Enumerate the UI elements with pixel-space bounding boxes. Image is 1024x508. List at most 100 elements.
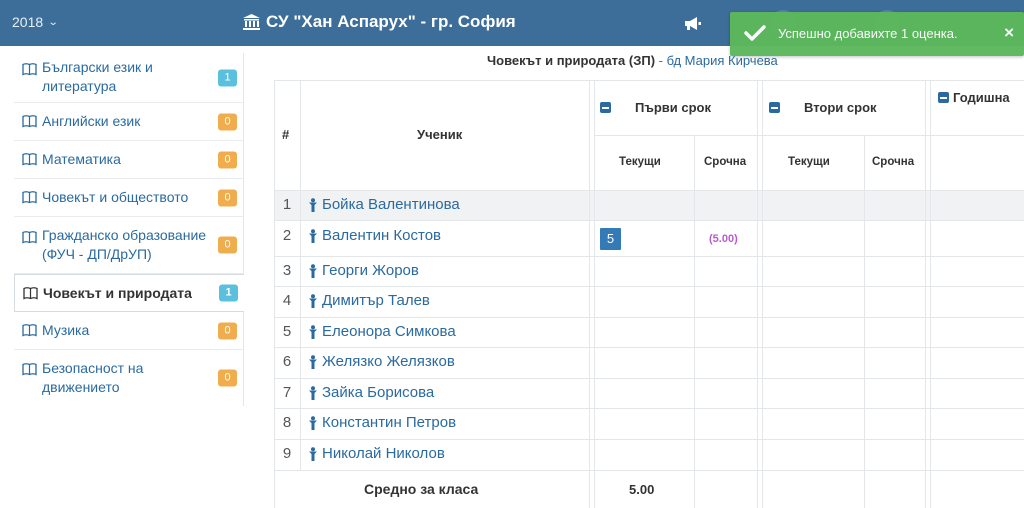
student-name: Желязко Желязков <box>322 353 455 370</box>
count-badge: 0 <box>218 236 237 254</box>
sidebar-item-road-safety[interactable]: Безопасност на движението 0 <box>14 350 244 406</box>
student-name: Бойка Валентинова <box>322 196 460 213</box>
sidebar-item-bulgarian[interactable]: Български език и литература 1 <box>14 53 244 103</box>
student-name: Валентин Костов <box>322 227 442 244</box>
student-name: Димитър Талев <box>322 292 430 309</box>
student-link[interactable]: Бойка Валентинова <box>308 196 460 213</box>
book-icon <box>22 63 37 76</box>
grade-badge[interactable]: 5 <box>600 228 621 250</box>
row-number: 6 <box>282 353 292 370</box>
row-number: 9 <box>282 445 292 462</box>
col-header-number: # <box>282 127 290 142</box>
student-link[interactable]: Георги Жоров <box>308 262 419 279</box>
student-link[interactable]: Константин Петров <box>308 414 456 431</box>
col-header-student: Ученик <box>417 127 463 142</box>
student-link[interactable]: Николай Николов <box>308 445 445 462</box>
row-number: 8 <box>282 414 292 431</box>
chevron-down-icon: ⌄ <box>47 17 59 28</box>
student-icon <box>309 415 317 430</box>
sidebar-item-label: Музика <box>42 322 90 338</box>
count-badge: 0 <box>218 151 237 168</box>
book-icon <box>22 115 37 128</box>
student-icon <box>309 263 317 278</box>
separator: - <box>655 53 667 68</box>
student-icon <box>309 228 317 243</box>
sidebar-item-label: Английски език <box>42 113 141 129</box>
sidebar-item-label: Човекът и природата <box>43 284 192 301</box>
book-icon <box>23 286 38 300</box>
book-icon <box>22 231 37 244</box>
sidebar-item-english[interactable]: Английски език 0 <box>14 103 244 141</box>
term1-header: Първи срок <box>600 100 711 115</box>
student-link[interactable]: Елеонора Симкова <box>308 323 456 340</box>
school-title: СУ "Хан Аспарух" - гр. София <box>243 12 516 32</box>
sidebar-item-society[interactable]: Човекът и обществото 0 <box>14 179 244 217</box>
book-icon <box>22 324 37 337</box>
sidebar-item-math[interactable]: Математика 0 <box>14 141 244 179</box>
student-name: Елеонора Симкова <box>322 323 456 340</box>
count-badge: 0 <box>218 369 237 387</box>
subject-name: Човекът и природата (ЗП) <box>487 53 656 68</box>
term2-header: Втори срок <box>769 100 877 115</box>
annual-header: Годишна <box>938 90 1010 105</box>
book-icon <box>22 191 37 204</box>
col-header-current: Текущи <box>619 156 661 168</box>
checkmark-icon <box>744 25 766 41</box>
student-link[interactable]: Зайка Борисова <box>308 384 434 401</box>
subject-heading: Човекът и природата (ЗП) - бд Мария Кирч… <box>487 53 778 68</box>
student-icon <box>309 197 317 212</box>
toast-close-button[interactable]: × <box>1004 23 1014 43</box>
count-badge: 0 <box>218 322 237 339</box>
toast-message: Успешно добавихте 1 оценка. <box>778 26 958 41</box>
count-badge: 1 <box>219 284 238 302</box>
sidebar-item-label: Човекът и обществото <box>42 189 189 205</box>
school-name: СУ "Хан Аспарух" - гр. София <box>266 12 516 31</box>
book-icon <box>22 363 37 376</box>
student-name: Зайка Борисова <box>322 384 435 401</box>
sidebar-item-label: Български език и литература <box>42 59 153 94</box>
institution-icon <box>243 14 260 30</box>
student-icon <box>309 385 317 400</box>
announcements-icon[interactable] <box>684 16 702 31</box>
count-badge: 0 <box>218 189 237 206</box>
row-number: 3 <box>282 262 292 279</box>
teacher-prefix: бд <box>666 53 682 68</box>
collapse-icon[interactable] <box>769 102 780 113</box>
row-number: 2 <box>282 227 292 244</box>
year-selector[interactable]: 2018 ⌄ <box>12 14 59 30</box>
teacher-link[interactable]: Мария Кирчева <box>685 53 778 68</box>
col-header-term-grade: Срочна <box>872 156 915 168</box>
row-number: 5 <box>282 323 292 340</box>
student-name: Георги Жоров <box>322 262 419 279</box>
student-name: Константин Петров <box>322 414 457 431</box>
success-toast: Успешно добавихте 1 оценка. × <box>730 12 1024 56</box>
annual-label: Годишна <box>953 90 1010 105</box>
row-number: 7 <box>282 384 292 401</box>
term1-label: Първи срок <box>635 100 711 115</box>
collapse-icon[interactable] <box>600 102 611 113</box>
sidebar-item-label: Математика <box>42 151 121 167</box>
sidebar-item-label: Гражданско образование (ФУЧ - ДП/ДрУП) <box>42 227 207 262</box>
student-link[interactable]: Желязко Желязков <box>308 353 455 370</box>
sidebar-item-nature[interactable]: Човекът и природата 1 <box>14 274 244 312</box>
student-link[interactable]: Димитър Талев <box>308 292 430 309</box>
row-number: 1 <box>282 196 292 213</box>
count-badge: 1 <box>218 69 237 86</box>
row-number: 4 <box>282 292 292 309</box>
student-link[interactable]: Валентин Костов <box>308 227 441 244</box>
student-icon <box>309 324 317 339</box>
book-icon <box>22 153 37 166</box>
sidebar-item-music[interactable]: Музика 0 <box>14 312 244 350</box>
subjects-sidebar: Български език и литература 1 Английски … <box>14 53 244 406</box>
col-header-term-grade: Срочна <box>704 156 747 168</box>
sidebar-item-civic-education[interactable]: Гражданско образование (ФУЧ - ДП/ДрУП) 0 <box>14 217 244 274</box>
grades-table: # Ученик Първи срок Втори срок Годишна Т… <box>274 80 1024 508</box>
count-badge: 0 <box>218 113 237 130</box>
collapse-icon[interactable] <box>938 92 949 103</box>
student-icon <box>309 293 317 308</box>
student-icon <box>309 354 317 369</box>
student-name: Николай Николов <box>322 445 445 462</box>
term2-label: Втори срок <box>804 100 877 115</box>
term-grade-value: (5.00) <box>709 233 738 245</box>
sidebar-item-label: Безопасност на движението <box>42 360 144 395</box>
